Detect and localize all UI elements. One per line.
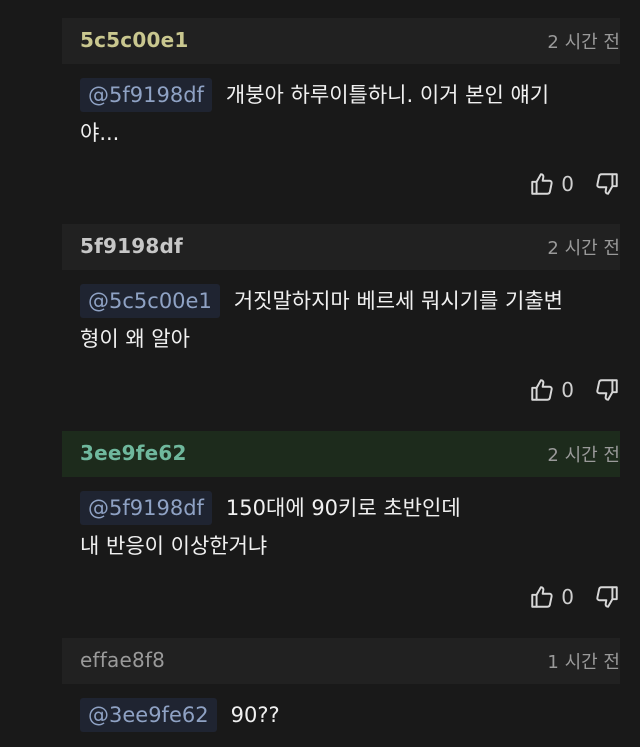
thumbs-up-icon: [529, 584, 555, 610]
comment-author[interactable]: 5f9198df: [80, 234, 183, 258]
thumbs-up-icon: [529, 377, 555, 403]
dislike-button[interactable]: [594, 377, 620, 403]
comment: effae8f8 1 시간 전 @3ee9fe62 90??: [62, 638, 620, 747]
comment-body: @5f9198df 150대에 90키로 초반인데 내 반응이 이상한거냐: [80, 489, 620, 565]
comment-text: 개붕아 하루이틀하니. 이거 본인 얘기: [225, 83, 550, 107]
comment-body: @5c5c00e1 거짓말하지마 베르세 뭐시기를 기출변 형이 왜 알아: [80, 282, 620, 358]
thumbs-up-icon: [529, 171, 555, 197]
comment-time: 2 시간 전: [547, 445, 620, 466]
comment: 5f9198df 2 시간 전 @5c5c00e1 거짓말하지마 베르세 뭐시기를…: [62, 224, 620, 414]
comment-text: 90??: [230, 703, 280, 727]
comment-text-continued: 내 반응이 이상한거냐: [80, 534, 268, 558]
comment-author[interactable]: 5c5c00e1: [80, 28, 188, 52]
comment-text: 150대에 90키로 초반인데: [225, 496, 461, 520]
like-button[interactable]: 0: [529, 171, 574, 197]
comment-time: 2 시간 전: [547, 32, 620, 53]
comment-text-continued: 형이 왜 알아: [80, 327, 190, 351]
comment-body: @5f9198df 개붕아 하루이틀하니. 이거 본인 얘기 야...: [80, 76, 620, 152]
like-button[interactable]: 0: [529, 584, 574, 610]
comment-header: effae8f8 1 시간 전: [62, 638, 620, 684]
mention-link[interactable]: @5c5c00e1: [80, 284, 220, 318]
comment-text: 거짓말하지마 베르세 뭐시기를 기출변: [233, 289, 563, 313]
mention-link[interactable]: @5f9198df: [80, 491, 212, 525]
like-count: 0: [561, 172, 574, 196]
comment: 5c5c00e1 2 시간 전 @5f9198df 개붕아 하루이틀하니. 이거 …: [62, 18, 620, 208]
thumbs-down-icon: [594, 171, 620, 197]
thumbs-down-icon: [594, 584, 620, 610]
comment-actions: 0: [529, 170, 620, 198]
thumbs-down-icon: [594, 377, 620, 403]
dislike-button[interactable]: [594, 584, 620, 610]
comment-header: 3ee9fe62 2 시간 전: [62, 431, 620, 477]
comment-actions: 0: [529, 583, 620, 611]
mention-link[interactable]: @5f9198df: [80, 78, 212, 112]
comment-time: 2 시간 전: [547, 238, 620, 259]
comment-author[interactable]: 3ee9fe62: [80, 441, 187, 465]
like-button[interactable]: 0: [529, 377, 574, 403]
comment-body: @3ee9fe62 90??: [80, 696, 620, 734]
comment-header: 5f9198df 2 시간 전: [62, 224, 620, 270]
like-count: 0: [561, 585, 574, 609]
mention-link[interactable]: @3ee9fe62: [80, 698, 217, 732]
comment-author[interactable]: effae8f8: [80, 648, 165, 672]
like-count: 0: [561, 378, 574, 402]
comment-highlighted: 3ee9fe62 2 시간 전 @5f9198df 150대에 90키로 초반인데…: [62, 431, 620, 621]
comment-text-continued: 야...: [80, 121, 120, 145]
comment-time: 1 시간 전: [547, 652, 620, 673]
comment-actions: 0: [529, 376, 620, 404]
dislike-button[interactable]: [594, 171, 620, 197]
comment-header: 5c5c00e1 2 시간 전: [62, 18, 620, 64]
